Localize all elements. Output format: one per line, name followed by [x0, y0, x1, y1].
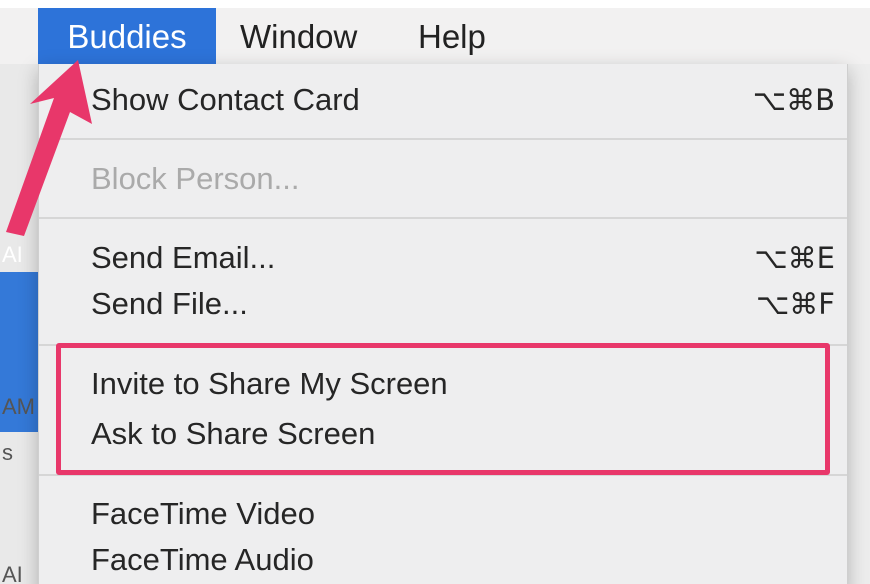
- background-text: AM: [2, 394, 35, 419]
- menu-item-shortcut: ⌥⌘B: [752, 83, 835, 117]
- background-text: AI: [2, 242, 23, 267]
- menu-item-label: Send File...: [91, 286, 248, 321]
- annotation-highlight-box: [56, 343, 830, 475]
- background-text: AI: [2, 562, 23, 584]
- menu-separator: [39, 138, 847, 140]
- menu-item-label: Block Person...: [91, 161, 300, 196]
- background-text: s: [2, 440, 13, 465]
- menu-buddies[interactable]: Buddies: [38, 8, 216, 64]
- buddies-dropdown-menu: Show Contact Card ⌥⌘B Block Person... Se…: [38, 64, 848, 584]
- menu-item-shortcut: ⌥⌘E: [754, 241, 835, 275]
- screenshot: AI AM s AI Buddies Window Help Show Cont…: [0, 0, 870, 584]
- menu-help[interactable]: Help: [418, 8, 486, 64]
- menu-item-label: FaceTime Audio: [91, 542, 314, 577]
- menu-item-show-contact-card[interactable]: Show Contact Card ⌥⌘B: [39, 78, 847, 122]
- menu-bar: Buddies Window Help: [0, 0, 870, 64]
- menu-item-label: FaceTime Video: [91, 496, 315, 531]
- menu-item-facetime-video[interactable]: FaceTime Video: [39, 492, 847, 536]
- menu-separator: [39, 217, 847, 219]
- menu-window[interactable]: Window: [240, 8, 357, 64]
- background-window-right: [848, 64, 870, 584]
- menu-item-send-file[interactable]: Send File... ⌥⌘F: [39, 282, 847, 326]
- background-window: AI AM s AI: [0, 64, 38, 584]
- menu-item-label: Send Email...: [91, 240, 276, 275]
- menu-item-label: Show Contact Card: [91, 82, 360, 117]
- menu-item-send-email[interactable]: Send Email... ⌥⌘E: [39, 236, 847, 280]
- menu-item-facetime-audio[interactable]: FaceTime Audio: [39, 538, 847, 582]
- menu-item-block-person: Block Person...: [39, 157, 847, 201]
- menu-item-shortcut: ⌥⌘F: [755, 287, 835, 321]
